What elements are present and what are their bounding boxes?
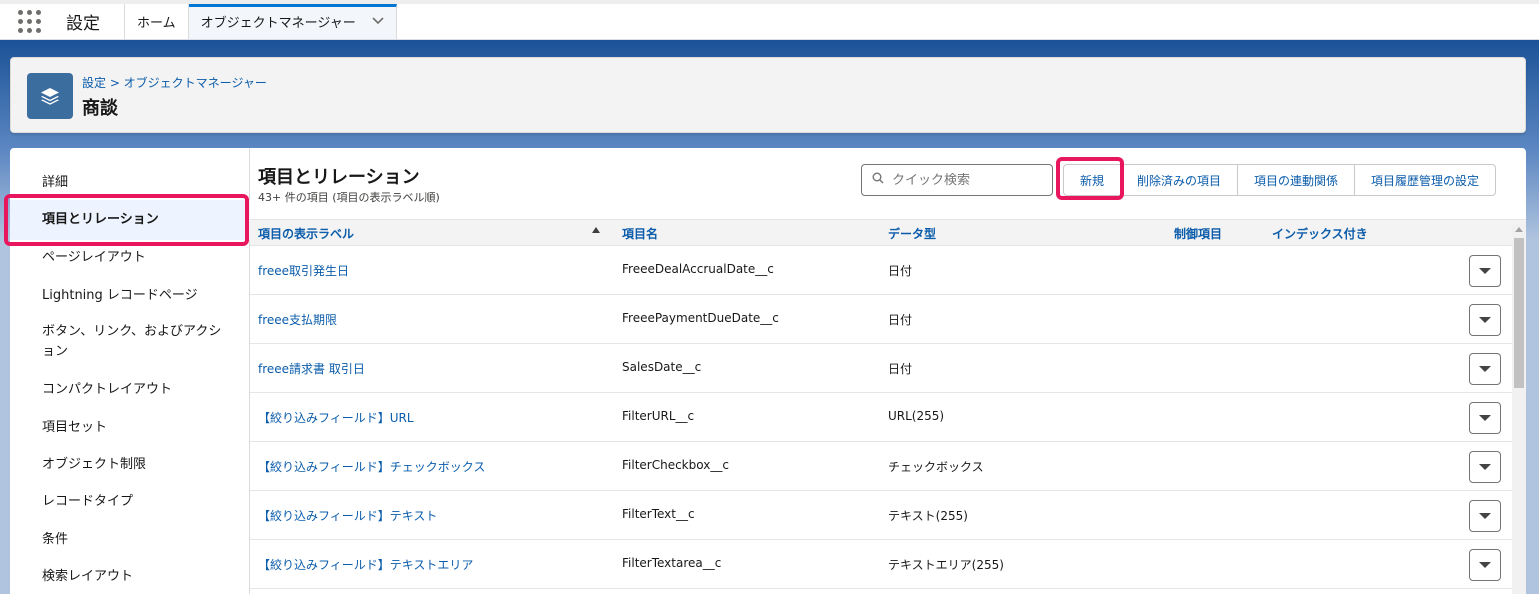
- field-api-name: FilterCheckbox__c: [622, 458, 729, 472]
- row-actions-button[interactable]: [1469, 255, 1501, 287]
- breadcrumb[interactable]: 設定 > オブジェクトマネージャー: [82, 74, 267, 91]
- sidebar-item-label: 条件: [42, 532, 69, 547]
- column-header-api-name[interactable]: 項目名: [622, 225, 658, 242]
- highlight-box-new: [1056, 157, 1124, 200]
- sidebar-item-field-sets[interactable]: 項目セット: [10, 418, 250, 438]
- sidebar-item-label: Lightning レコードページ: [42, 288, 198, 303]
- field-data-type: 日付: [888, 264, 913, 278]
- layers-icon: [27, 73, 73, 119]
- field-data-type: 日付: [888, 362, 913, 376]
- chevron-down-icon: [1479, 317, 1491, 323]
- table-row: freee支払期限 FreeePaymentDueDate__c 日付: [250, 295, 1512, 344]
- app-launcher-button[interactable]: [0, 4, 58, 39]
- row-actions-button[interactable]: [1469, 451, 1501, 483]
- sort-ascending-icon[interactable]: [592, 227, 600, 233]
- tab-object-manager[interactable]: オブジェクトマネージャー: [188, 4, 397, 39]
- quick-search-input[interactable]: [892, 172, 1042, 188]
- field-label-link[interactable]: 【絞り込みフィールド】テキストエリア: [258, 556, 473, 573]
- field-api-name: SalesDate__c: [622, 360, 702, 374]
- field-label-link[interactable]: 【絞り込みフィールド】URL: [258, 409, 414, 426]
- table-row: freee取引発生日 FreeeDealAccrualDate__c 日付: [250, 246, 1512, 295]
- sidebar-item-lightning-record-pages[interactable]: Lightning レコードページ: [10, 286, 250, 306]
- field-label-link[interactable]: freee支払期限: [258, 311, 337, 328]
- sidebar-item-label: レコードタイプ: [42, 494, 134, 509]
- chevron-down-icon: [1479, 513, 1491, 519]
- field-api-name: FreeePaymentDueDate__c: [622, 311, 779, 325]
- table-header: 項目の表示ラベル 項目名 データ型 制御項目 インデックス付き: [250, 219, 1526, 246]
- column-header-data-type[interactable]: データ型: [888, 225, 936, 242]
- field-label-link[interactable]: freee請求書 取引日: [258, 360, 365, 377]
- field-data-type: URL(255): [888, 409, 945, 423]
- sidebar-item-compact-layouts[interactable]: コンパクトレイアウト: [10, 380, 250, 400]
- sidebar-item-label: オブジェクト制限: [42, 457, 147, 472]
- section-title: 項目とリレーション: [258, 167, 420, 188]
- sidebar-item-label: ページレイアウト: [42, 250, 146, 265]
- chevron-down-icon[interactable]: [372, 15, 384, 28]
- scrollbar-thumb[interactable]: [1514, 238, 1524, 388]
- column-header-indexed[interactable]: インデックス付き: [1272, 225, 1368, 242]
- field-data-type: チェックボックス: [888, 460, 984, 474]
- sidebar-item-object-limits[interactable]: オブジェクト制限: [10, 455, 250, 475]
- app-name: 設定: [58, 4, 125, 39]
- tab-home[interactable]: ホーム: [125, 4, 189, 39]
- search-icon: [872, 172, 884, 188]
- fields-section: 項目とリレーション 43+ 件の項目 (項目の表示ラベル順) 新規 削除済みの項…: [250, 148, 1526, 594]
- field-api-name: FilterTextarea__c: [622, 556, 722, 570]
- row-actions-button[interactable]: [1469, 304, 1501, 336]
- table-scrollbar[interactable]: [1512, 224, 1526, 594]
- tab-label: オブジェクトマネージャー: [200, 16, 356, 31]
- deleted-fields-button[interactable]: 削除済みの項目: [1120, 164, 1239, 196]
- page-title: 商談: [82, 98, 118, 119]
- field-data-type: テキスト(255): [888, 509, 968, 523]
- table-row: freee請求書 取引日 SalesDate__c 日付: [250, 344, 1512, 393]
- field-dependencies-button[interactable]: 項目の連動関係: [1237, 164, 1356, 196]
- highlight-box-sidebar: [4, 194, 249, 246]
- field-data-type: 日付: [888, 313, 913, 327]
- field-label-link[interactable]: freee取引発生日: [258, 262, 349, 279]
- chevron-down-icon: [1479, 562, 1491, 568]
- sidebar-item-details[interactable]: 詳細: [10, 173, 250, 193]
- row-actions-button[interactable]: [1469, 549, 1501, 581]
- sidebar-item-conditions[interactable]: 条件: [10, 530, 250, 550]
- main-panel: 詳細 項目とリレーション ページレイアウト Lightning レコードページ …: [4, 148, 1526, 594]
- row-actions-button[interactable]: [1469, 353, 1501, 385]
- waffle-icon: [17, 10, 41, 33]
- field-history-button[interactable]: 項目履歴管理の設定: [1354, 164, 1497, 196]
- section-subtitle: 43+ 件の項目 (項目の表示ラベル順): [258, 191, 440, 204]
- tab-label: ホーム: [137, 16, 176, 31]
- field-label-link[interactable]: 【絞り込みフィールド】チェックボックス: [258, 458, 485, 475]
- chevron-down-icon: [1479, 415, 1491, 421]
- table-row: 【絞り込みフィールド】テキスト FilterText__c テキスト(255): [250, 491, 1512, 540]
- row-actions-button[interactable]: [1469, 402, 1501, 434]
- scroll-up-icon[interactable]: [1515, 227, 1523, 232]
- global-header: 設定 ホーム オブジェクトマネージャー: [0, 0, 1539, 40]
- sidebar-item-label: コンパクトレイアウト: [42, 382, 173, 397]
- column-header-controlling-field[interactable]: 制御項目: [1174, 225, 1222, 242]
- sidebar-item-label: 項目セット: [42, 420, 108, 435]
- table-row: 【絞り込みフィールド】テキストエリア FilterTextarea__c テキス…: [250, 540, 1512, 589]
- object-header: 設定 > オブジェクトマネージャー 商談: [10, 57, 1526, 133]
- sidebar-item-page-layouts[interactable]: ページレイアウト: [10, 248, 250, 268]
- chevron-down-icon: [1479, 268, 1491, 274]
- field-api-name: FilterURL__c: [622, 409, 695, 423]
- sidebar-item-record-types[interactable]: レコードタイプ: [10, 492, 250, 512]
- sidebar-item-buttons-links-actions[interactable]: ボタン、リンク、およびアクション: [10, 322, 250, 362]
- field-api-name: FilterText__c: [622, 507, 695, 521]
- chevron-down-icon: [1479, 366, 1491, 372]
- quick-search[interactable]: [861, 164, 1053, 196]
- field-label-link[interactable]: 【絞り込みフィールド】テキスト: [258, 507, 437, 524]
- sidebar-item-label: ボタン、リンク、およびアクション: [42, 324, 222, 359]
- sidebar-item-label: 検索レイアウト: [42, 569, 134, 584]
- sidebar-item-label: 詳細: [42, 175, 69, 190]
- column-header-label[interactable]: 項目の表示ラベル: [258, 225, 354, 242]
- row-actions-button[interactable]: [1469, 500, 1501, 532]
- chevron-down-icon: [1479, 464, 1491, 470]
- field-data-type: テキストエリア(255): [888, 558, 1004, 572]
- table-row: 【絞り込みフィールド】URL FilterURL__c URL(255): [250, 393, 1512, 442]
- toolbar-button-group: 新規 削除済みの項目 項目の連動関係 項目履歴管理の設定: [1063, 164, 1497, 196]
- table-row: 【絞り込みフィールド】チェックボックス FilterCheckbox__c チェ…: [250, 442, 1512, 491]
- sidebar-item-search-layouts[interactable]: 検索レイアウト: [10, 567, 250, 587]
- field-api-name: FreeeDealAccrualDate__c: [622, 262, 774, 276]
